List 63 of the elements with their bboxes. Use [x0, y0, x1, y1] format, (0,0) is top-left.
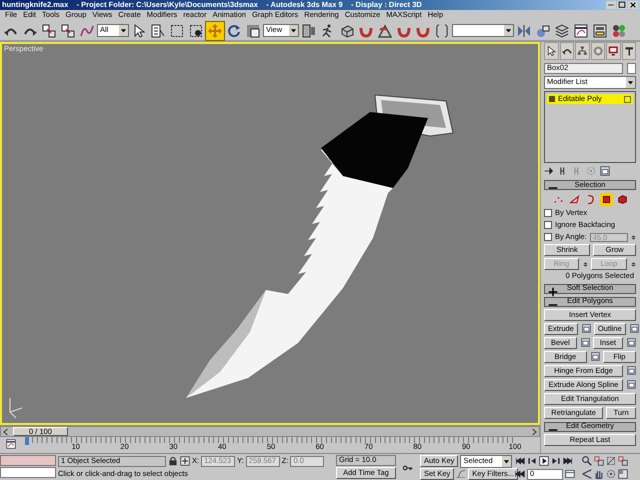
maximize-icon[interactable] — [617, 1, 627, 9]
polygon-icon[interactable] — [600, 192, 612, 206]
element-icon[interactable] — [616, 192, 628, 206]
orbit-icon[interactable] — [606, 469, 616, 479]
caret-icon — [504, 25, 513, 36]
time-configuration-icon[interactable] — [565, 469, 575, 479]
settings-icon[interactable] — [627, 338, 636, 348]
zoom-all-icon[interactable] — [618, 456, 628, 466]
go-to-end-icon[interactable] — [563, 456, 573, 466]
layers-icon[interactable] — [553, 22, 571, 40]
key-icon[interactable] — [403, 462, 413, 472]
schematic-icon[interactable] — [591, 22, 609, 40]
checkbox[interactable] — [544, 221, 552, 229]
minimize-icon[interactable] — [606, 1, 616, 9]
toggle-icon[interactable] — [624, 96, 631, 102]
axis-tripod-icon — [10, 398, 22, 418]
settings-icon[interactable] — [590, 352, 600, 362]
key-mode-icon[interactable] — [515, 469, 525, 479]
create-tab-icon[interactable] — [544, 42, 558, 60]
spinner-icon[interactable] — [630, 232, 636, 242]
curve-editor-icon[interactable] — [572, 22, 590, 40]
go-to-start-icon[interactable] — [515, 456, 525, 466]
maximize-viewport-icon[interactable] — [618, 469, 628, 479]
edge-icon[interactable] — [568, 192, 580, 206]
pin-icon[interactable] — [544, 166, 554, 176]
unlink-icon[interactable] — [59, 22, 77, 40]
key-curve-icon[interactable] — [456, 469, 466, 479]
display-tab-icon[interactable] — [606, 42, 620, 60]
play-icon[interactable] — [539, 456, 549, 466]
move-icon[interactable] — [206, 22, 224, 40]
settings-icon[interactable] — [580, 338, 590, 348]
absolute-mode-icon[interactable] — [180, 456, 190, 466]
caret-icon — [626, 77, 635, 88]
script-listener-field[interactable] — [0, 455, 56, 466]
zoom-icon[interactable] — [582, 456, 592, 466]
settings-icon[interactable] — [627, 366, 636, 376]
hierarchy-tab-icon[interactable] — [575, 42, 590, 60]
settings-icon[interactable] — [582, 324, 591, 334]
settings-icon[interactable] — [630, 324, 639, 334]
pivot-icon[interactable] — [300, 22, 318, 40]
select-list-icon[interactable] — [149, 22, 167, 40]
utilities-tab-icon[interactable] — [622, 42, 636, 60]
zoom-all-icon[interactable] — [594, 456, 604, 466]
named-selection-dropdown[interactable] — [452, 24, 514, 37]
settings-icon[interactable] — [627, 380, 636, 390]
checkbox[interactable] — [544, 233, 552, 241]
caret-icon — [502, 456, 511, 466]
pan-hand-icon[interactable] — [594, 469, 604, 479]
frame-marker[interactable] — [25, 437, 29, 445]
script-listener-field[interactable] — [0, 467, 56, 478]
checkbox[interactable] — [544, 209, 552, 217]
modify-tab-icon[interactable] — [560, 42, 574, 60]
color-swatch[interactable] — [627, 63, 636, 74]
link-icon[interactable] — [40, 22, 58, 40]
close-icon[interactable] — [628, 1, 638, 9]
previous-frame-icon[interactable] — [527, 456, 537, 466]
caret-icon — [289, 25, 298, 36]
lock-icon[interactable] — [168, 456, 178, 466]
configure-icon[interactable] — [600, 166, 610, 176]
track-bar-icon[interactable] — [6, 439, 16, 449]
next-frame-icon[interactable] — [551, 456, 561, 466]
caret-icon — [119, 25, 128, 36]
zoom-extents-icon[interactable] — [606, 456, 616, 466]
